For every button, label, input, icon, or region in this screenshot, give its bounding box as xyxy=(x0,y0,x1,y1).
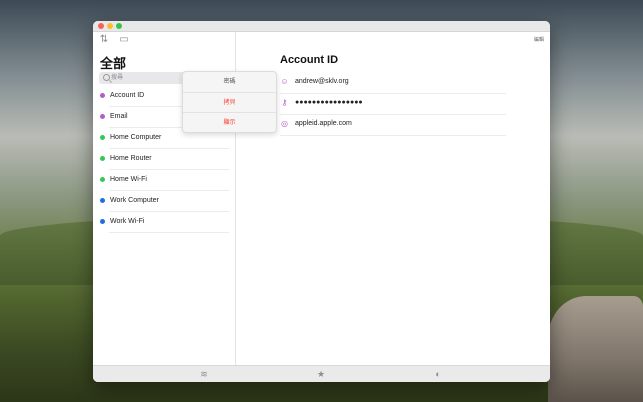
list-item-label: Home Computer xyxy=(110,134,162,141)
person-icon: ☺ xyxy=(280,77,289,86)
detail-pane: 編輯 Account ID ☺ andrew@sklv.org ⚷ ●●●●●●… xyxy=(236,32,550,365)
compass-icon: ◎ xyxy=(281,119,288,128)
list-item-home-wifi[interactable]: Home Wi-Fi xyxy=(93,170,235,191)
category-dot xyxy=(100,135,105,140)
username-field[interactable]: ☺ andrew@sklv.org xyxy=(280,72,506,94)
star-icon[interactable]: ★ xyxy=(315,369,327,379)
edit-button[interactable]: 編輯 xyxy=(534,36,544,43)
sidebar-title: 全部 xyxy=(100,56,127,71)
search-icon xyxy=(103,74,110,81)
detail-title: Account ID xyxy=(280,54,339,66)
list-item-label: Home Wi-Fi xyxy=(110,176,147,183)
minimize-window-button[interactable] xyxy=(107,23,113,29)
website-field[interactable]: ◎ appleid.apple.com xyxy=(280,114,506,136)
list-item-label: Home Router xyxy=(110,155,152,162)
layout-icon[interactable]: ▭ xyxy=(118,35,130,45)
category-dot xyxy=(100,93,105,98)
search-placeholder: 搜尋 xyxy=(111,75,124,81)
category-dot xyxy=(100,219,105,224)
popup-title: 密碼 xyxy=(223,79,236,85)
list-item-home-router[interactable]: Home Router xyxy=(93,149,235,170)
sort-icon[interactable]: ⇅ xyxy=(98,35,110,45)
category-dot xyxy=(100,177,105,182)
app-window: ⇅ ▭ 全部 搜尋 Account ID Email Home Computer… xyxy=(93,21,550,382)
copy-button[interactable]: 拷貝 xyxy=(183,92,276,113)
list-item-work-wifi[interactable]: Work Wi-Fi xyxy=(93,212,235,233)
category-dot xyxy=(100,156,105,161)
category-dot xyxy=(100,198,105,203)
list-item-label: Work Computer xyxy=(110,197,159,204)
username-value: andrew@sklv.org xyxy=(295,78,349,85)
background-rock xyxy=(548,296,643,402)
list-item-work-computer[interactable]: Work Computer xyxy=(93,191,235,212)
shield-icon[interactable]: ◐ xyxy=(432,369,444,379)
zoom-window-button[interactable] xyxy=(116,23,122,29)
list-item-label: Work Wi-Fi xyxy=(110,218,145,225)
list-item-label: Account ID xyxy=(110,92,145,99)
close-window-button[interactable] xyxy=(98,23,104,29)
layers-icon[interactable]: ≋ xyxy=(198,369,210,379)
website-value: appleid.apple.com xyxy=(295,120,352,127)
title-bar xyxy=(93,21,550,32)
password-value: ●●●●●●●●●●●●●●●● xyxy=(295,99,363,106)
password-popup-menu: 密碼 拷貝 顯示 xyxy=(182,71,277,133)
show-button[interactable]: 顯示 xyxy=(183,112,276,133)
category-dot xyxy=(100,114,105,119)
key-icon: ⚷ xyxy=(281,98,288,107)
list-item-label: Email xyxy=(110,113,128,120)
password-field[interactable]: ⚷ ●●●●●●●●●●●●●●●● xyxy=(280,93,506,115)
bottom-tab-bar: ≋ ★ ◐ xyxy=(93,365,550,382)
